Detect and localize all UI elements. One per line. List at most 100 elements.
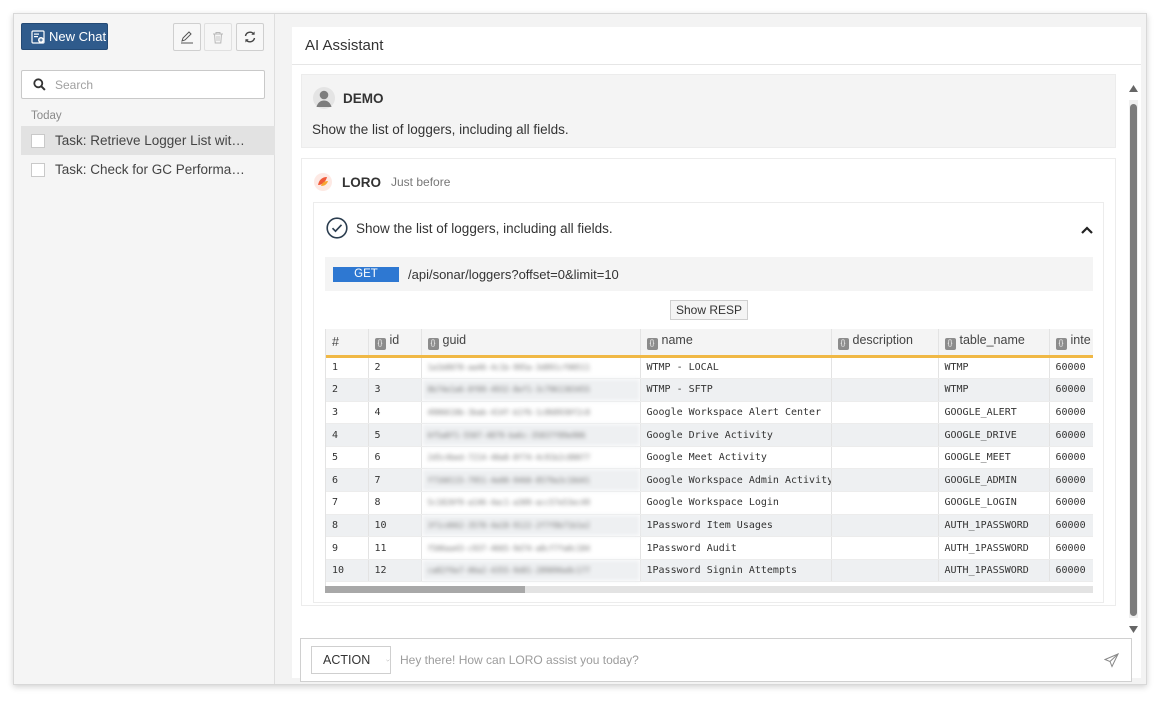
object-type-icon: {} [427,338,439,351]
check-circle-icon [326,217,348,239]
vertical-scrollbar[interactable] [1129,84,1138,636]
table-row: 2 3 8b74e1a6-8f09-4932-8ef1-3c7961303455 WT… [326,378,1093,402]
cell-id: 11 [368,536,422,560]
new-chat-label: New Chat [49,29,107,44]
cell-id: 10 [368,514,422,538]
cell-id: 12 [368,559,422,583]
cell-table-name: GOOGLE_ALERT [938,401,1050,425]
show-resp-button[interactable]: Show RESP [670,300,748,320]
cell-name: WTMP - SFTP [640,378,832,402]
cell-interval: 60000 [1049,536,1093,560]
cell-interval: 60000 [1049,401,1093,425]
object-type-icon: {} [374,338,386,351]
column-header-description[interactable]: {} description [831,329,939,358]
table-row: 3 4 4906610b-3bab-414f-b1f6-1c868930f2c0 Go… [326,401,1093,425]
cell-description [831,559,939,583]
message-timestamp: Just before [391,175,451,189]
table-row: 10 12 ca82f6e7-06a2-4355-9d81-289096e8c177… [326,559,1093,583]
search-input[interactable] [55,77,245,92]
column-header-id[interactable]: {} id [368,329,422,358]
cell-name: Google Drive Activity [640,423,832,447]
send-button[interactable] [1103,653,1120,673]
cell-description [831,378,939,402]
horizontal-scrollbar[interactable] [325,586,1093,593]
table-header-row: # {} id {} guid {} name {} description {} tab… [326,329,1093,358]
scrollbar-thumb[interactable] [325,586,525,593]
user-message: DEMO Show the list of loggers, including… [301,74,1116,148]
cell-guid: 4906610b-3bab-414f-b1f6-1c868930f2c0 [421,401,641,425]
cell-name: 1Password Item Usages [640,514,832,538]
scroll-up-arrow[interactable] [1129,84,1138,93]
scroll-down-arrow[interactable] [1129,625,1138,634]
object-type-icon: {} [837,338,849,351]
task-item[interactable]: Task: Retrieve Logger List with ... [21,126,275,155]
task-item[interactable]: Task: Check for GC Performan... [21,155,275,184]
cell-id: 3 [368,378,422,402]
delete-button[interactable] [204,23,232,51]
message-list: DEMO Show the list of loggers, including… [292,65,1141,632]
response-table: # {} id {} guid {} name {} description {} tab… [325,329,1093,593]
task-checkbox[interactable] [31,162,45,177]
new-chat-button[interactable]: New Chat [21,23,108,50]
cell-name: 1Password Signin Attempts [640,559,832,583]
table-row: 9 11 f506aa43-c937-4665-9d74-a8cf7fa0c184 1… [326,536,1093,560]
action-select-label: ACTION [323,653,371,667]
cell-index: 4 [326,423,369,447]
object-type-icon: {} [944,338,956,351]
column-header-interval[interactable]: {} inte [1049,329,1093,358]
user-message-header: DEMO [313,87,384,109]
user-message-text: Show the list of loggers, including all … [312,122,569,137]
group-label-today: Today [31,110,62,122]
edit-button[interactable] [173,23,201,51]
chevron-up-icon [1081,226,1093,234]
cell-id: 4 [368,401,422,425]
cell-index: 3 [326,401,369,425]
send-icon [1103,653,1120,668]
cell-index: 2 [326,378,369,402]
task-label: Task: Check for GC Performan... [55,162,247,177]
cell-id: 2 [368,356,422,380]
page-title: AI Assistant [292,27,1141,65]
user-sender-name: DEMO [343,90,384,106]
cell-interval: 60000 [1049,423,1093,447]
task-checkbox[interactable] [31,133,45,148]
cell-guid: 1a1b8070-aa46-4c1b-995a-3d891cf00511 [421,356,641,380]
cell-table-name: AUTH_1PASSWORD [938,536,1050,560]
cell-table-name: GOOGLE_MEET [938,446,1050,470]
table-row: 8 10 3f1cd662-3570-4a18-9122-2f7f8b71b1e2 1… [326,514,1093,538]
bot-sender-name: LORO [342,174,381,190]
cell-table-name: AUTH_1PASSWORD [938,559,1050,583]
http-method-badge: GET [333,266,399,282]
column-header-table-name[interactable]: {} table_name [938,329,1050,358]
column-header-name[interactable]: {} name [640,329,832,358]
refresh-button[interactable] [236,23,264,51]
cell-description [831,446,939,470]
cell-name: Google Workspace Login [640,491,832,515]
user-avatar-icon [313,87,335,109]
bot-message-header: LORO Just before [312,172,450,192]
object-type-icon: {} [646,338,658,351]
column-header-index[interactable]: # [326,329,369,358]
new-chat-icon [31,29,45,44]
cell-table-name: GOOGLE_ADMIN [938,468,1050,493]
cell-name: 1Password Audit [640,536,832,560]
collapse-button[interactable] [1081,221,1093,239]
scrollbar-thumb[interactable] [1130,104,1137,616]
cell-name: WTMP - LOCAL [640,356,832,380]
chevron-down-icon [386,659,390,661]
table-row: 1 2 1a1b8070-aa46-4c1b-995a-3d891cf00511 WT… [326,356,1093,380]
table-row: 6 7 f7160115-7951-4e00-9460-8579a3c10d41 Go… [326,468,1093,493]
task-card-header[interactable]: Show the list of loggers, including all … [326,217,613,239]
cell-description [831,514,939,538]
column-header-guid[interactable]: {} guid [421,329,641,358]
chat-input[interactable] [400,653,1090,667]
cell-interval: 60000 [1049,559,1093,583]
cell-index: 6 [326,468,369,493]
cell-table-name: AUTH_1PASSWORD [938,514,1050,538]
action-select[interactable]: ACTION [311,646,391,674]
cell-table-name: GOOGLE_LOGIN [938,491,1050,515]
cell-id: 7 [368,468,422,493]
cell-interval: 60000 [1049,446,1093,470]
cell-guid: 8b74e1a6-8f09-4932-8ef1-3c7961303455 [421,378,641,402]
bot-message: LORO Just before Show the list of logger… [301,158,1116,606]
